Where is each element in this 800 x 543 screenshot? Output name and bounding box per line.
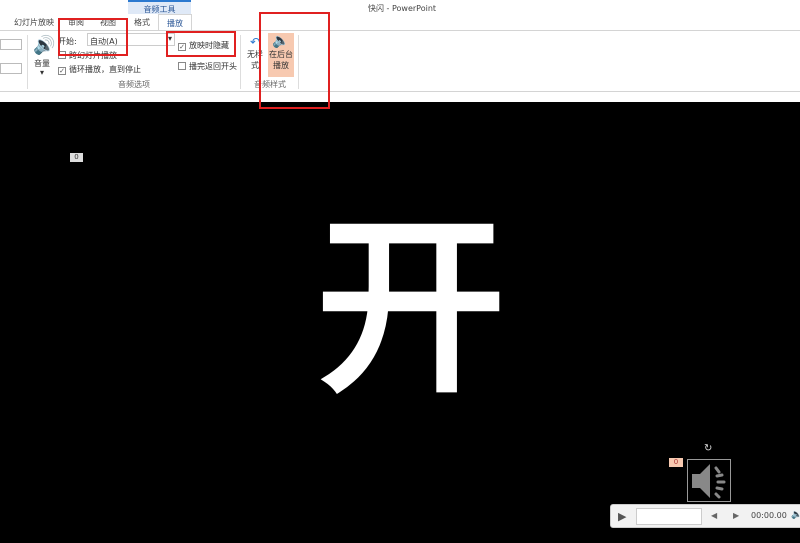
label: 循环播放，直到停止	[69, 65, 141, 74]
divider	[240, 35, 241, 89]
volume-dropdown-arrow[interactable]: ▾	[40, 68, 44, 77]
tab-format[interactable]: 格式	[134, 17, 150, 28]
loop-checkbox[interactable]: ✓ 循环播放，直到停止	[58, 64, 141, 75]
fade-in-spinner[interactable]	[0, 39, 22, 50]
audio-options-group-label: 音频选项	[118, 80, 150, 89]
speaker-icon	[692, 464, 726, 499]
highlight-box-hide	[166, 31, 236, 57]
progress-bar[interactable]	[636, 508, 702, 525]
skip-forward-button[interactable]: ▶	[733, 511, 739, 520]
divider	[27, 35, 28, 89]
time-display: 00:00.00	[751, 511, 787, 520]
label: 播完返回开头	[189, 62, 237, 71]
slide-main-text: 开	[316, 198, 507, 419]
rewind-checkbox[interactable]: 播完返回开头	[178, 61, 237, 72]
skip-back-button[interactable]: ◀	[711, 511, 717, 520]
highlight-box-background	[259, 12, 330, 109]
rotate-handle-icon[interactable]: ↻	[704, 443, 712, 454]
fade-out-spinner[interactable]	[0, 63, 22, 74]
highlight-box-start	[58, 18, 128, 56]
volume-icon[interactable]: 🔈	[791, 510, 800, 520]
contextual-tab-audio-tools: 音频工具	[128, 0, 191, 14]
slide-canvas: 0 开 ↻ 0	[0, 102, 800, 543]
audio-player: ▶ ◀ ▶ 00:00.00 🔈	[610, 504, 800, 528]
tab-slideshow[interactable]: 幻灯片放映	[14, 17, 54, 28]
window-title: 快闪 - PowerPoint	[368, 4, 437, 13]
audio-animation-badge: 0	[669, 458, 683, 467]
title-bar: 音频工具 快闪 - PowerPoint	[0, 0, 800, 14]
animation-badge: 0	[70, 153, 83, 162]
volume-icon: 🔊	[33, 35, 56, 56]
ribbon: 音频工具 快闪 - PowerPoint 幻灯片放映 审阅 视图 格式 播放 🔊…	[0, 0, 800, 109]
tab-playback[interactable]: 播放	[158, 14, 192, 31]
play-button[interactable]: ▶	[618, 510, 626, 523]
audio-object[interactable]	[687, 459, 731, 502]
